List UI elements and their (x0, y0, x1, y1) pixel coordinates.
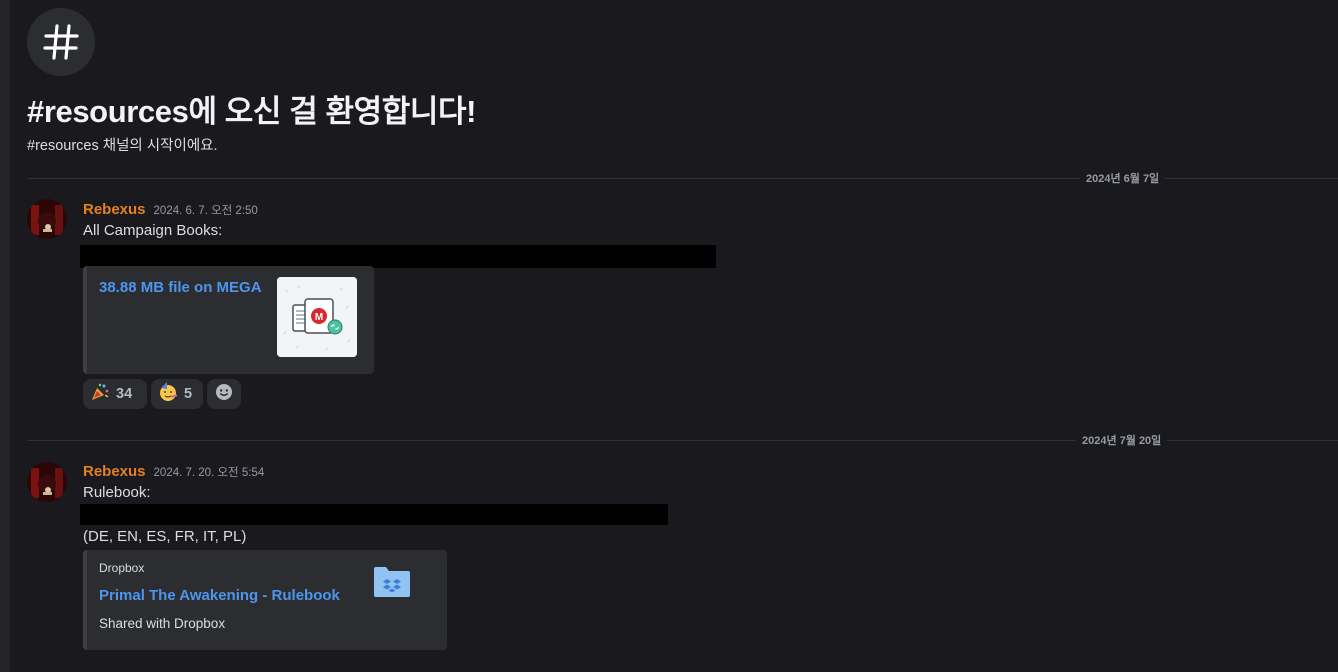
message-timestamp: 2024. 7. 20. 오전 5:54 (153, 467, 265, 479)
avatar[interactable] (27, 462, 67, 502)
sidebar-edge (0, 0, 10, 672)
message-header: Rebexus 2024. 6. 7. 오전 2:50 (83, 201, 258, 218)
reaction-party-popper[interactable]: 34 (83, 379, 147, 409)
partying-face-icon (158, 381, 178, 407)
reaction-count: 5 (184, 386, 193, 402)
message-header: Rebexus 2024. 7. 20. 오전 5:54 (83, 463, 264, 480)
date-divider-label: 2024년 6월 7일 (1080, 170, 1166, 186)
link-embed: 38.88 MB file on MEGA M (83, 266, 374, 374)
add-reaction-button[interactable] (207, 379, 241, 409)
embed-description: Shared with Dropbox (99, 616, 226, 631)
dropbox-folder-icon[interactable] (372, 565, 412, 604)
embed-title-link[interactable]: 38.88 MB file on MEGA (99, 279, 262, 296)
channel-hash-icon (27, 8, 95, 76)
channel-welcome-subtitle: #resources 채널의 시작이에요. (27, 138, 218, 154)
embed-provider[interactable]: Dropbox (99, 561, 144, 575)
reaction-count: 34 (116, 386, 133, 402)
link-embed: Dropbox Primal The Awakening - Rulebook … (83, 550, 447, 650)
party-popper-icon (90, 382, 110, 407)
author-name[interactable]: Rebexus (83, 463, 146, 480)
mega-file-icon[interactable]: M (277, 277, 357, 357)
svg-text:M: M (315, 312, 323, 323)
reaction-partying-face[interactable]: 5 (151, 379, 203, 409)
message-text: All Campaign Books: (83, 222, 223, 239)
message-text-languages: (DE, EN, ES, FR, IT, PL) (83, 528, 247, 545)
author-name[interactable]: Rebexus (83, 201, 146, 218)
add-reaction-smiley-icon (215, 383, 233, 406)
message-timestamp: 2024. 6. 7. 오전 2:50 (153, 205, 258, 217)
message-text: Rulebook: (83, 484, 151, 501)
date-divider-label: 2024년 7월 20일 (1076, 432, 1168, 448)
redacted-link (80, 245, 716, 268)
embed-title-link[interactable]: Primal The Awakening - Rulebook (99, 587, 340, 604)
avatar[interactable] (27, 199, 67, 239)
redacted-link (80, 504, 668, 525)
channel-welcome-title: #resources에 오신 걸 환영합니다! (27, 94, 477, 129)
